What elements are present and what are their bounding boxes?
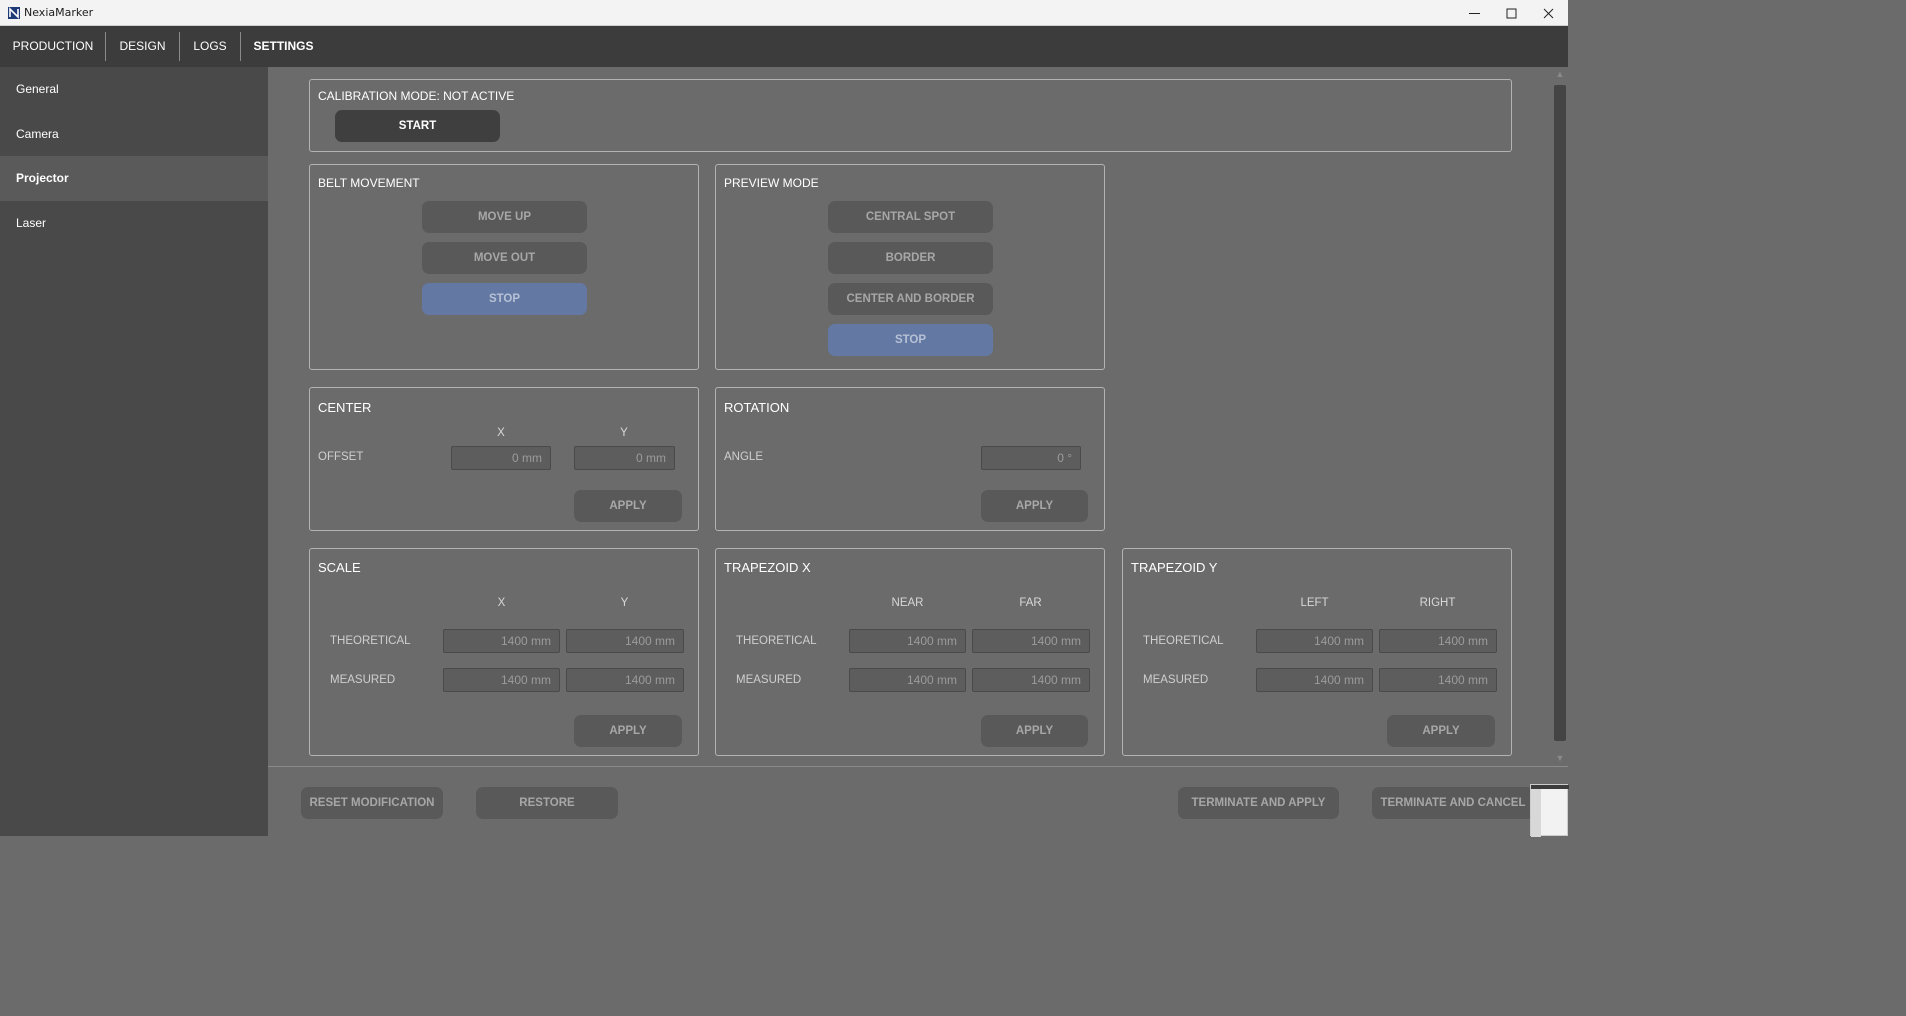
scale-panel: SCALE X Y THEORETICAL MEASURED 1400 mm 1… xyxy=(309,548,699,756)
rotation-title: ROTATION xyxy=(724,400,790,415)
content-scrollbar[interactable]: ▲ ▼ xyxy=(1552,67,1568,766)
trapezoid-y-theoretical-left-input[interactable]: 1400 mm xyxy=(1256,629,1373,653)
scale-apply-button[interactable]: APPLY xyxy=(574,715,682,747)
center-y-header: Y xyxy=(620,427,628,439)
trapezoid-x-near-header: NEAR xyxy=(891,597,924,609)
scale-measured-y-input[interactable]: 1400 mm xyxy=(566,668,684,692)
scroll-down-icon[interactable]: ▼ xyxy=(1555,753,1565,763)
app-logo-icon xyxy=(8,7,20,19)
trapezoid-y-measured-right-input[interactable]: 1400 mm xyxy=(1379,668,1497,692)
calibration-start-button[interactable]: START xyxy=(335,110,500,142)
trapezoid-x-theoretical-label: THEORETICAL xyxy=(736,635,817,647)
title-bar: NexiaMarker xyxy=(0,0,1568,26)
maximize-icon xyxy=(1506,8,1516,18)
scale-measured-x-input[interactable]: 1400 mm xyxy=(443,668,560,692)
close-button[interactable] xyxy=(1529,0,1567,26)
trapezoid-y-theoretical-right-input[interactable]: 1400 mm xyxy=(1379,629,1497,653)
scrollbar-thumb[interactable] xyxy=(1554,85,1566,741)
trapezoid-y-title: TRAPEZOID Y xyxy=(1131,560,1218,575)
tab-design[interactable]: DESIGN xyxy=(106,26,179,67)
scroll-up-icon[interactable]: ▲ xyxy=(1555,69,1565,79)
border-button[interactable]: BORDER xyxy=(828,242,993,274)
move-up-button[interactable]: MOVE UP xyxy=(422,201,587,233)
thumbnail-sidebar xyxy=(1531,789,1541,837)
window-title: NexiaMarker xyxy=(24,6,94,19)
central-spot-button[interactable]: CENTRAL SPOT xyxy=(828,201,993,233)
trapezoid-y-apply-button[interactable]: APPLY xyxy=(1387,715,1495,747)
trapezoid-x-title: TRAPEZOID X xyxy=(724,560,811,575)
rotation-apply-button[interactable]: APPLY xyxy=(981,490,1088,522)
sidebar-item-laser[interactable]: Laser xyxy=(0,201,268,246)
trapezoid-x-theoretical-near-input[interactable]: 1400 mm xyxy=(849,629,966,653)
terminate-and-apply-button[interactable]: TERMINATE AND APPLY xyxy=(1178,787,1339,819)
preview-stop-button[interactable]: STOP xyxy=(828,324,993,356)
scale-col2-header: Y xyxy=(620,597,629,609)
sidebar-item-camera[interactable]: Camera xyxy=(0,112,268,157)
offset-label: OFFSET xyxy=(318,451,364,463)
sidebar-item-projector[interactable]: Projector xyxy=(0,156,268,201)
center-title: CENTER xyxy=(318,400,372,415)
angle-input[interactable]: 0 ° xyxy=(981,446,1081,470)
trapezoid-x-measured-near-input[interactable]: 1400 mm xyxy=(849,668,966,692)
tab-production[interactable]: PRODUCTION xyxy=(0,26,106,67)
scale-col1-header: X xyxy=(497,597,506,609)
calibration-status: CALIBRATION MODE: NOT ACTIVE xyxy=(318,89,515,103)
sidebar-item-general[interactable]: General xyxy=(0,67,268,112)
trapezoid-x-far-header: FAR xyxy=(1019,597,1042,609)
center-and-border-button[interactable]: CENTER AND BORDER xyxy=(828,283,993,315)
trapezoid-y-measured-label: MEASURED xyxy=(1143,674,1209,686)
terminate-and-cancel-button[interactable]: TERMINATE AND CANCEL xyxy=(1372,787,1534,819)
trapezoid-y-panel: TRAPEZOID Y LEFT RIGHT THEORETICAL MEASU… xyxy=(1122,548,1512,756)
rotation-panel: ROTATION ANGLE 0 ° APPLY xyxy=(715,387,1105,531)
trapezoid-x-panel: TRAPEZOID X NEAR FAR THEORETICAL MEASURE… xyxy=(715,548,1105,756)
move-out-button[interactable]: MOVE OUT xyxy=(422,242,587,274)
trapezoid-x-measured-far-input[interactable]: 1400 mm xyxy=(972,668,1090,692)
scale-title: SCALE xyxy=(318,560,361,575)
reset-modification-button[interactable]: RESET MODIFICATION xyxy=(301,787,443,819)
minimize-icon xyxy=(1468,12,1480,14)
footer-action-bar: RESET MODIFICATION RESTORE TERMINATE AND… xyxy=(268,766,1568,836)
trapezoid-y-right-header: RIGHT xyxy=(1419,597,1456,609)
window-preview-thumbnail xyxy=(1530,784,1569,837)
center-panel: CENTER X Y OFFSET 0 mm 0 mm APPLY xyxy=(309,387,699,531)
scale-theoretical-x-input[interactable]: 1400 mm xyxy=(443,629,560,653)
center-x-header: X xyxy=(497,427,505,439)
belt-stop-button[interactable]: STOP xyxy=(422,283,587,315)
scale-theoretical-label: THEORETICAL xyxy=(330,635,411,647)
trapezoid-y-theoretical-label: THEORETICAL xyxy=(1143,635,1224,647)
trapezoid-x-measured-label: MEASURED xyxy=(736,674,802,686)
preview-mode-title: PREVIEW MODE xyxy=(724,176,819,190)
minimize-button[interactable] xyxy=(1455,0,1493,26)
scale-theoretical-y-input[interactable]: 1400 mm xyxy=(566,629,684,653)
angle-label: ANGLE xyxy=(724,451,763,463)
offset-y-input[interactable]: 0 mm xyxy=(574,446,675,470)
trapezoid-x-apply-button[interactable]: APPLY xyxy=(981,715,1088,747)
close-icon xyxy=(1543,8,1553,18)
top-nav: PRODUCTION DESIGN LOGS SETTINGS xyxy=(0,26,1568,67)
center-apply-button[interactable]: APPLY xyxy=(574,490,682,522)
belt-movement-panel: BELT MOVEMENT MOVE UP MOVE OUT STOP xyxy=(309,164,699,370)
calibration-panel: CALIBRATION MODE: NOT ACTIVE START xyxy=(309,79,1512,152)
belt-movement-title: BELT MOVEMENT xyxy=(318,176,420,190)
trapezoid-y-measured-left-input[interactable]: 1400 mm xyxy=(1256,668,1373,692)
trapezoid-x-theoretical-far-input[interactable]: 1400 mm xyxy=(972,629,1090,653)
scale-measured-label: MEASURED xyxy=(330,674,396,686)
restore-button[interactable]: RESTORE xyxy=(476,787,618,819)
preview-mode-panel: PREVIEW MODE CENTRAL SPOT BORDER CENTER … xyxy=(715,164,1105,370)
maximize-button[interactable] xyxy=(1492,0,1530,26)
tab-settings[interactable]: SETTINGS xyxy=(241,26,326,67)
tab-logs[interactable]: LOGS xyxy=(180,26,240,67)
settings-sidebar: General Camera Projector Laser xyxy=(0,67,268,836)
offset-x-input[interactable]: 0 mm xyxy=(451,446,551,470)
trapezoid-y-left-header: LEFT xyxy=(1300,597,1329,609)
